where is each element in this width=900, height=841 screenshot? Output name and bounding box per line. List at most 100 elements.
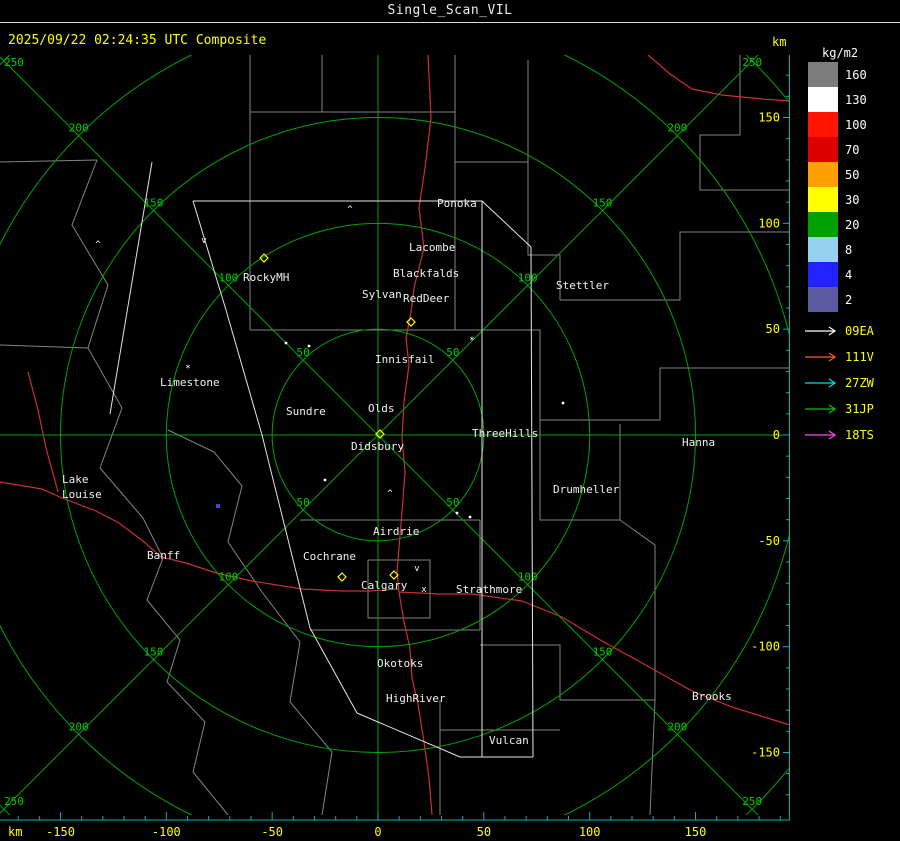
x-axis-tick-label: 50 [477, 825, 491, 839]
town-label: HighRiver [386, 692, 446, 705]
colorbar-value: 70 [845, 142, 860, 157]
x-axis-tick-label: 0 [374, 825, 381, 839]
county-boundary [167, 429, 333, 815]
county-boundary [0, 344, 89, 349]
x-axis-tick-label: 150 [685, 825, 707, 839]
colorbar-entry: 8 [808, 237, 867, 262]
range-ring-label: 250 [742, 795, 762, 808]
glyph-marker: ^ [347, 205, 353, 215]
site-arrow-icon [805, 404, 837, 414]
town-label: Strathmore [456, 583, 522, 596]
range-ring-label: 250 [4, 795, 24, 808]
town-label: Cochrane [303, 550, 356, 563]
scan-sector-outline [109, 161, 153, 415]
colorbar-entry: 100 [808, 112, 867, 137]
colorbar-entry: 160 [808, 62, 867, 87]
glyph-marker: v [201, 236, 206, 246]
site-id: 09EA [845, 324, 874, 338]
glyph-marker: ^ [387, 489, 393, 499]
colorbar-value: 50 [845, 167, 860, 182]
colorbar-entry: 20 [808, 212, 867, 237]
y-axis-tick-label: -50 [758, 534, 780, 548]
site-arrow-icon [805, 352, 837, 362]
town-label: Drumheller [553, 483, 620, 496]
site-arrow-icon [805, 430, 837, 440]
range-ring-label: 100 [518, 271, 538, 284]
range-ring-label: 200 [667, 122, 687, 135]
range-ring-label: 150 [593, 196, 613, 209]
y-axis-tick-label: -100 [751, 640, 780, 654]
colorbar-value: 160 [845, 67, 867, 82]
range-ring-label: 50 [446, 346, 459, 359]
range-ring-label: 200 [69, 720, 89, 733]
titlebar-divider [0, 22, 900, 23]
town-label: Innisfail [375, 353, 435, 366]
town-label: Ponoka [437, 197, 477, 210]
colorbar-entry: 130 [808, 87, 867, 112]
point-marker [468, 515, 472, 519]
y-axis-tick-label: 100 [758, 216, 780, 230]
window-title: Single_Scan_VIL [387, 3, 513, 18]
point-marker [455, 511, 459, 515]
radar-map-canvas[interactable]: 50 100 150 200 250 50 100 150 200 250 50 100 150 200 2… [0, 55, 790, 841]
vil-pixel [216, 504, 220, 508]
colorbar-swatch [808, 187, 838, 212]
scan-sector-outline [481, 200, 532, 248]
range-ring-label: 250 [4, 56, 24, 69]
site-arrow-icon [805, 378, 837, 388]
colorbar-value: 30 [845, 192, 860, 207]
site-entry: 31JP [804, 396, 874, 422]
town-label: Calgary [361, 579, 408, 592]
y-axis-tick-label: 0 [773, 428, 780, 442]
radar-application-window: Single_Scan_VIL 2025/09/22 02:24:35 UTC … [0, 0, 900, 841]
town-label: Sundre [286, 405, 326, 418]
town-label: Limestone [160, 376, 220, 389]
colorbar-entry: 30 [808, 187, 867, 212]
colorbar-value: 2 [845, 292, 853, 307]
site-entry: 27ZW [804, 370, 874, 396]
glyph-marker: x [421, 585, 427, 595]
town-label: ThreeHills [472, 427, 538, 440]
range-ring-label: 50 [446, 496, 459, 509]
colorbar-swatch [808, 287, 838, 312]
y-axis-tick-label: 150 [758, 110, 780, 124]
scan-sector-outline [530, 246, 534, 758]
site-id: 31JP [845, 402, 874, 416]
colorbar-swatch [808, 87, 838, 112]
range-ring-label: 50 [297, 496, 310, 509]
point-marker [284, 341, 288, 345]
y-axis-unit-label: km [772, 35, 787, 49]
colorbar-value: 20 [845, 217, 860, 232]
range-ring-label: 150 [593, 646, 613, 659]
colorbar-swatch [808, 112, 838, 137]
scan-timestamp: 2025/09/22 02:24:35 UTC Composite [8, 33, 267, 48]
town-label: RedDeer [403, 292, 450, 305]
range-ring-label: 200 [667, 720, 687, 733]
colorbar-value: 8 [845, 242, 853, 257]
highway-line [27, 371, 59, 493]
site-id: 27ZW [845, 376, 874, 390]
town-diamond-marker [337, 572, 347, 582]
site-entry: 09EA [804, 318, 874, 344]
y-axis-tick-label: -150 [751, 746, 780, 760]
colorbar-value: 4 [845, 267, 853, 282]
town-label: Blackfalds [393, 267, 459, 280]
town-label: Banff [147, 549, 180, 562]
colorbar-title: kg/m2 [822, 46, 859, 60]
colorbar-entry: 4 [808, 262, 867, 287]
site-entry: 111V [804, 344, 874, 370]
glyph-marker: ^ [95, 240, 101, 250]
site-entry: 18TS [804, 422, 874, 448]
range-ring-label: 250 [742, 56, 762, 69]
town-label: Sylvan [362, 288, 402, 301]
x-axis-tick-label: -50 [261, 825, 283, 839]
glyph-marker: * [469, 336, 474, 346]
glyph-marker: * [185, 364, 190, 374]
highway-line [0, 481, 400, 592]
county-boundary [540, 367, 790, 421]
azimuth-line [0, 434, 379, 814]
site-id: 111V [845, 350, 874, 364]
colorbar-entry: 2 [808, 287, 867, 312]
colorbar-value: 100 [845, 117, 867, 132]
range-ring-label: 100 [218, 271, 238, 284]
